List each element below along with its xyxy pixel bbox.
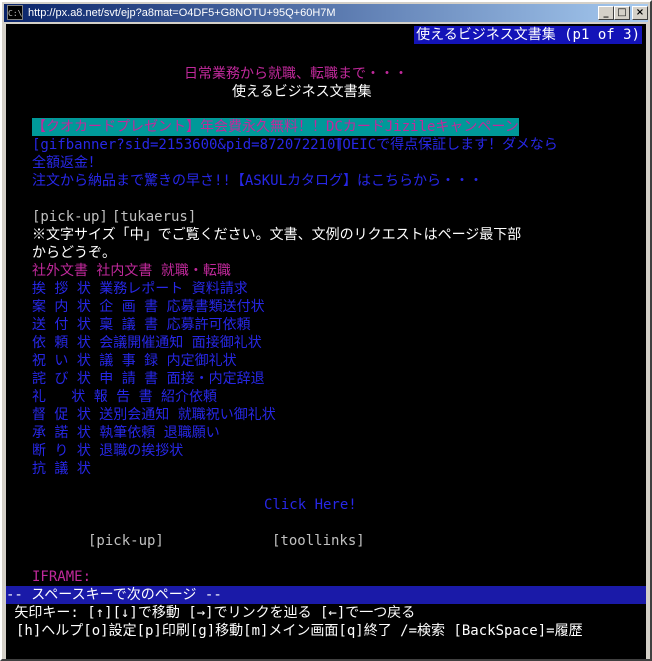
nav-pickup-link[interactable]: [pick-up] bbox=[32, 208, 108, 226]
doc-row-5[interactable]: 祝 い 状 議 事 録 内定御礼状 bbox=[32, 352, 237, 370]
doc-row-10[interactable]: 断 り 状 退職の挨拶状 bbox=[32, 442, 183, 460]
title-bar[interactable]: C:\ http://px.a8.net/svt/ejp?a8mat=O4DF5… bbox=[4, 4, 648, 22]
doc-row-6[interactable]: 詫 び 状 申 請 書 面接・内定辞退 bbox=[32, 370, 265, 388]
doc-row-4[interactable]: 依 頼 状 会議開催通知 面接御礼状 bbox=[32, 334, 262, 352]
close-button[interactable]: × bbox=[632, 6, 648, 20]
ad-askul-link[interactable]: 注文から納品まで驚きの早さ!!【ASKULカタログ】はこちらから・・・ bbox=[32, 172, 483, 190]
minimize-icon: _ bbox=[603, 7, 609, 18]
page-title: 使えるビジネス文書集 bbox=[232, 84, 372, 100]
category-links[interactable]: 社外文書 社内文書 就職・転職 bbox=[32, 262, 231, 280]
page-header: 使えるビジネス文書集 (p1 of 3) bbox=[414, 26, 642, 44]
minimize-button[interactable]: _ bbox=[598, 6, 614, 20]
help-line-2: [h]ヘルプ[o]設定[p]印刷[g]移動[m]メイン画面[q]終了 /=検索 … bbox=[16, 623, 583, 639]
doc-row-11[interactable]: 抗 議 状 bbox=[32, 460, 91, 478]
note-line-1: ※文字サイズ「中」でご覧ください。文書、文例のリクエストはページ最下部 bbox=[32, 227, 522, 243]
window-title: http://px.a8.net/svt/ejp?a8mat=O4DF5+G8N… bbox=[28, 7, 336, 19]
console-icon[interactable]: C:\ bbox=[7, 5, 23, 20]
click-here-link[interactable]: Click Here! bbox=[264, 496, 357, 514]
help-line-1: 矢印キー: [↑][↓]で移動 [→]でリンクを辿る [←]で一つ戻る bbox=[6, 605, 416, 621]
ad-banner-link[interactable]: 【クオカードプレゼント】年会費永久無料！！DCカードJizileキャンペーン bbox=[32, 118, 519, 136]
doc-row-8[interactable]: 督 促 状 送別会通知 就職祝い御礼状 bbox=[32, 406, 276, 424]
footer-toollinks-link[interactable]: [toollinks] bbox=[272, 532, 365, 550]
ad-gif-link[interactable]: [gifbanner?sid=2153600&pid=872072210] bbox=[32, 136, 344, 154]
ad-refund-link[interactable]: 全額返金！ bbox=[32, 154, 102, 172]
maximize-button[interactable]: □ bbox=[614, 6, 630, 20]
close-icon: × bbox=[635, 7, 645, 18]
maximize-icon: □ bbox=[617, 7, 627, 18]
subtitle-pink: 日常業務から就職、転職まで・・・ bbox=[184, 66, 408, 82]
status-line: -- スペースキーで次のページ -- bbox=[6, 586, 646, 604]
ad-toeic-link[interactable]: TOEICで得点保証します！ダメなら bbox=[334, 136, 558, 154]
doc-row-3[interactable]: 送 付 状 稟 議 書 応募許可依頼 bbox=[32, 316, 251, 334]
doc-row-1[interactable]: 挨 拶 状 業務レポート 資料請求 bbox=[32, 280, 248, 298]
doc-row-9[interactable]: 承 諾 状 執筆依頼 退職願い bbox=[32, 424, 220, 442]
doc-row-7[interactable]: 礼 状 報 告 書 紹介依頼 bbox=[32, 388, 217, 406]
footer-pickup-link[interactable]: [pick-up] bbox=[88, 532, 164, 550]
nav-tukaerus-link[interactable]: [tukaerus] bbox=[112, 208, 196, 226]
iframe-link[interactable]: IFRAME: bbox=[32, 568, 91, 586]
note-line-2: からどうぞ。 bbox=[32, 245, 116, 261]
terminal-content: 使えるビジネス文書集 (p1 of 3) 日常業務から就職、転職まで・・・ 使え… bbox=[6, 24, 646, 659]
browser-window: C:\ http://px.a8.net/svt/ejp?a8mat=O4DF5… bbox=[0, 0, 652, 661]
doc-row-2[interactable]: 案 内 状 企 画 書 応募書類送付状 bbox=[32, 298, 265, 316]
